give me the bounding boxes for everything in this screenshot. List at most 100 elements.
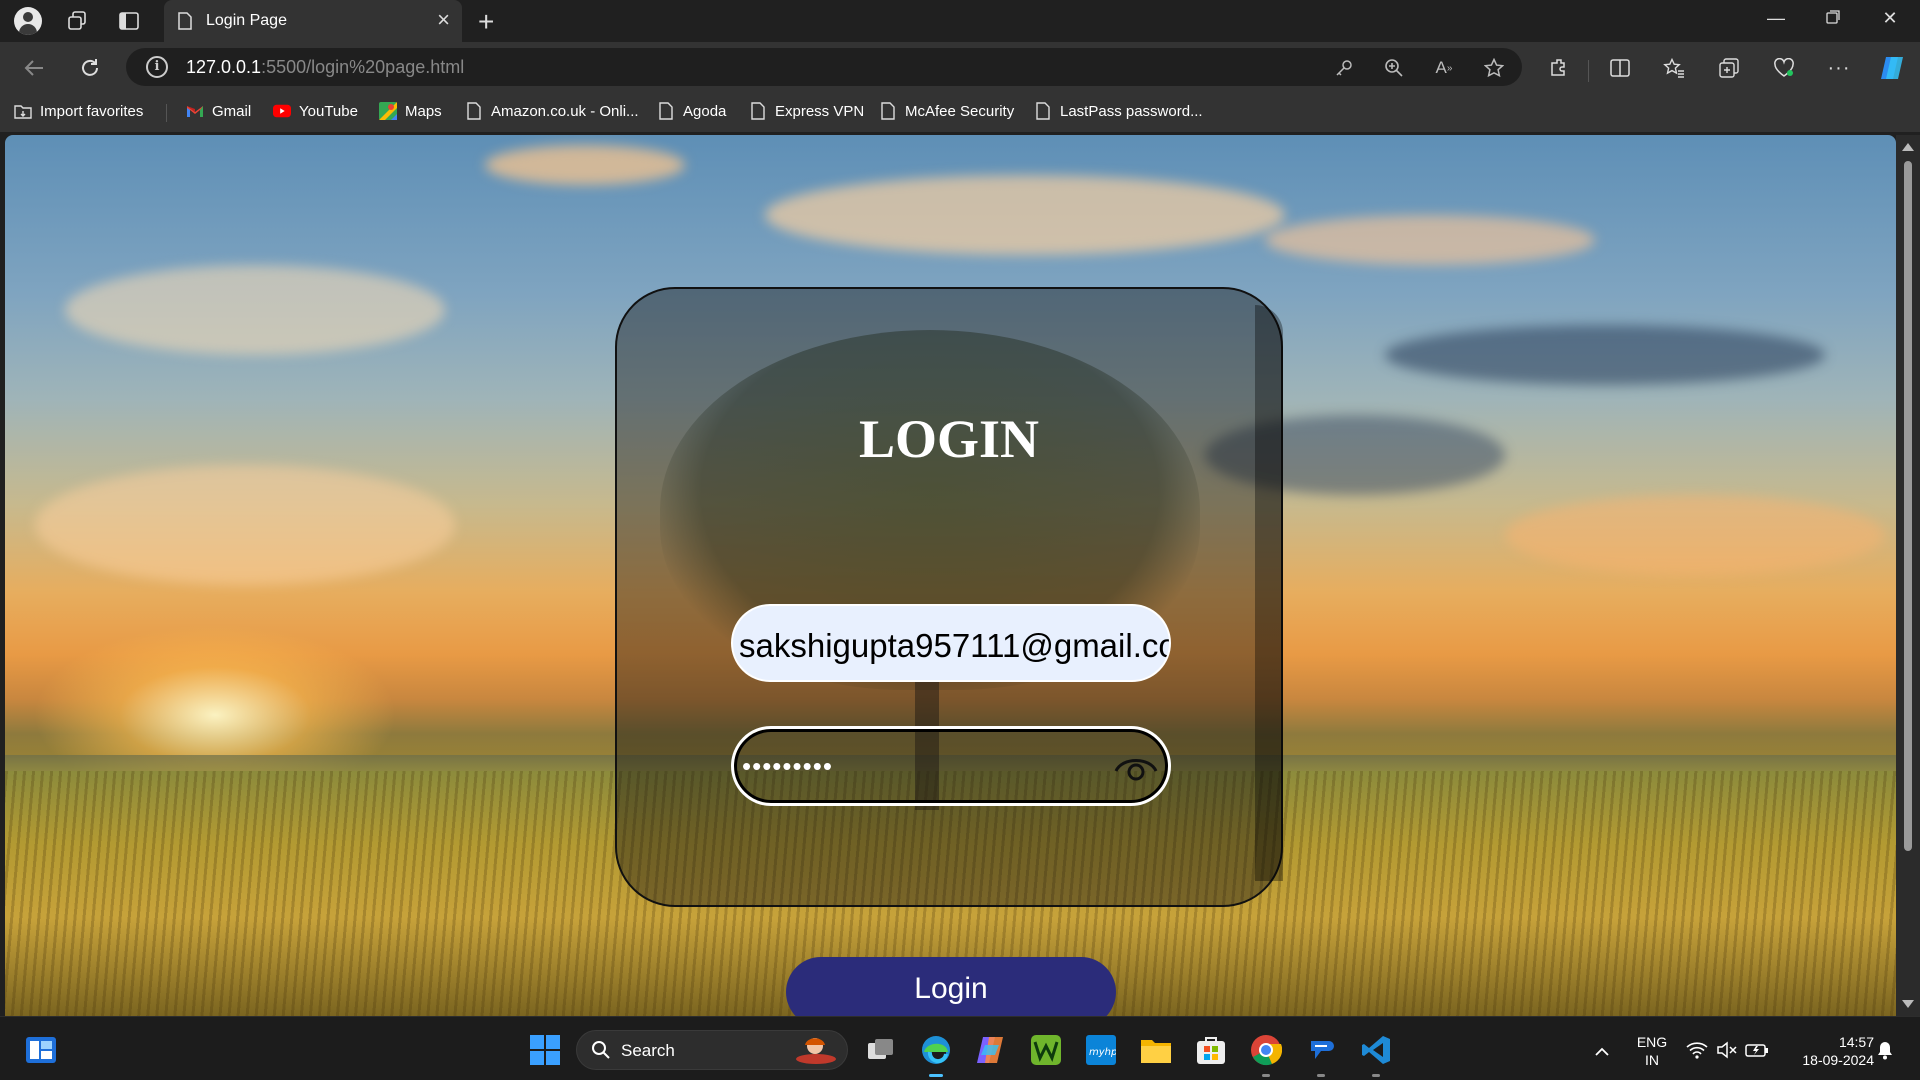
refresh-icon[interactable]	[74, 52, 106, 84]
file-explorer-icon[interactable]	[1139, 1033, 1173, 1067]
favorite-label: Gmail	[212, 102, 252, 120]
favorites-divider	[166, 104, 167, 122]
key-icon[interactable]	[1332, 56, 1356, 80]
favorite-star-icon[interactable]	[1482, 56, 1506, 80]
windows-taskbar: Search myhp ENG IN 14:57 18-09-2024	[0, 1016, 1920, 1080]
favorite-lastpass[interactable]: LastPass password...	[1034, 102, 1203, 120]
password-mask: •••••••••	[742, 751, 833, 781]
myhp-app-icon[interactable]: myhp	[1084, 1033, 1118, 1067]
read-aloud-icon[interactable]: A»	[1432, 56, 1456, 80]
favorite-gmail[interactable]: Gmail	[186, 102, 251, 120]
clock-time: 14:57	[1838, 1034, 1874, 1050]
email-value: sakshigupta957111@gmail.com	[739, 627, 1171, 664]
favorite-amazon[interactable]: Amazon.co.uk - Onli...	[465, 102, 639, 120]
language-code: ENG	[1636, 1034, 1668, 1050]
zoom-icon[interactable]	[1382, 56, 1406, 80]
background-cloud	[35, 465, 455, 585]
search-highlight-icon	[793, 1035, 839, 1070]
favorite-maps[interactable]: Maps	[379, 102, 442, 120]
page-icon	[178, 12, 192, 35]
edge-app-icon[interactable]	[919, 1033, 953, 1077]
collections-icon[interactable]	[1715, 54, 1743, 82]
w-app-icon[interactable]	[1029, 1033, 1063, 1067]
toolbar-divider	[1588, 60, 1589, 82]
favorite-agoda[interactable]: Agoda	[657, 102, 726, 120]
notification-bell-icon[interactable]	[1868, 1033, 1902, 1067]
favorite-import-favorites[interactable]: Import favorites	[14, 102, 143, 120]
battery-icon[interactable]	[1740, 1033, 1774, 1067]
close-tab-icon[interactable]: ×	[437, 9, 450, 31]
more-options-icon[interactable]: ···	[1825, 54, 1853, 82]
vscode-app-icon[interactable]	[1359, 1033, 1393, 1077]
app-connect-icon[interactable]	[1304, 1033, 1338, 1077]
workspaces-icon[interactable]	[64, 9, 90, 33]
task-view-icon[interactable]	[864, 1033, 898, 1067]
back-icon[interactable]	[18, 52, 50, 84]
search-icon	[591, 1040, 611, 1065]
clock[interactable]: 14:57 18-09-2024	[1784, 1033, 1874, 1069]
tab-login-page[interactable]: Login Page ×	[164, 0, 462, 42]
show-password-eye-icon[interactable]	[1114, 751, 1158, 783]
address-bar[interactable]: i 127.0.0.1:5500/login%20page.html A»	[126, 48, 1522, 86]
tab-actions-icon[interactable]	[116, 9, 142, 33]
gmail-icon	[186, 102, 204, 120]
copilot-icon[interactable]	[1878, 54, 1906, 82]
page-scrollbar[interactable]	[1896, 135, 1920, 1016]
restore-icon[interactable]	[1813, 8, 1853, 29]
profile-avatar-button[interactable]	[12, 5, 44, 37]
site-info-icon[interactable]: i	[146, 56, 168, 78]
address-url: 127.0.0.1:5500/login%20page.html	[186, 57, 465, 77]
split-screen-icon[interactable]	[1606, 54, 1634, 82]
minimize-icon[interactable]: —	[1756, 8, 1796, 29]
page-icon	[879, 102, 897, 120]
volume-muted-icon[interactable]	[1710, 1033, 1744, 1067]
login-card	[615, 287, 1283, 907]
taskbar-search[interactable]: Search	[576, 1030, 848, 1070]
scroll-down-icon[interactable]	[1902, 1000, 1914, 1008]
region-code: IN	[1645, 1052, 1659, 1068]
browser-toolbar: i 127.0.0.1:5500/login%20page.html A» ··…	[0, 42, 1920, 92]
background-cloud	[485, 145, 685, 185]
scrollbar-thumb[interactable]	[1904, 161, 1912, 851]
page-icon	[657, 102, 675, 120]
favorite-label: Maps	[405, 102, 442, 120]
page-icon	[465, 102, 483, 120]
copilot-app-icon[interactable]	[974, 1033, 1008, 1067]
favorite-label: YouTube	[299, 102, 358, 120]
browser-essentials-icon[interactable]	[1770, 54, 1798, 82]
widgets-icon[interactable]	[24, 1033, 58, 1067]
start-windows-icon[interactable]	[528, 1033, 562, 1067]
svg-text:myhp: myhp	[1089, 1047, 1116, 1058]
extensions-icon[interactable]	[1545, 54, 1573, 82]
background-cloud	[765, 175, 1285, 255]
youtube-icon	[273, 102, 291, 120]
favorites-icon[interactable]	[1660, 54, 1688, 82]
microsoft-store-icon[interactable]	[1194, 1033, 1228, 1067]
page-icon	[749, 102, 767, 120]
page-title: LOGIN	[858, 409, 1040, 469]
browser-tab-bar: Login Page × + — ✕	[0, 0, 1920, 42]
search-label: Search	[621, 1041, 675, 1060]
password-field[interactable]: •••••••••	[731, 726, 1171, 806]
favorite-label: LastPass password...	[1060, 102, 1203, 120]
new-tab-button[interactable]: +	[478, 6, 494, 38]
language-indicator[interactable]: ENG IN	[1632, 1033, 1672, 1069]
wifi-icon[interactable]	[1680, 1033, 1714, 1067]
favorite-label: Import favorites	[40, 102, 144, 120]
favorite-label: Amazon.co.uk - Onli...	[491, 102, 639, 120]
favorite-express-vpn[interactable]: Express VPN	[749, 102, 864, 120]
favorite-mcafee[interactable]: McAfee Security	[879, 102, 1014, 120]
show-hidden-icons-chevron[interactable]	[1585, 1035, 1619, 1069]
email-field[interactable]: sakshigupta957111@gmail.com	[731, 604, 1171, 682]
favorite-label: Agoda	[683, 102, 727, 120]
import-icon	[14, 102, 32, 120]
background-cloud	[65, 265, 445, 355]
close-window-icon[interactable]: ✕	[1870, 8, 1910, 29]
favorite-label: McAfee Security	[905, 102, 1015, 120]
tab-title: Login Page	[206, 12, 287, 29]
favorite-youtube[interactable]: YouTube	[273, 102, 358, 120]
maps-icon	[379, 102, 397, 120]
scroll-up-icon[interactable]	[1902, 143, 1914, 151]
chrome-app-icon[interactable]	[1249, 1033, 1283, 1077]
avatar	[14, 7, 42, 35]
